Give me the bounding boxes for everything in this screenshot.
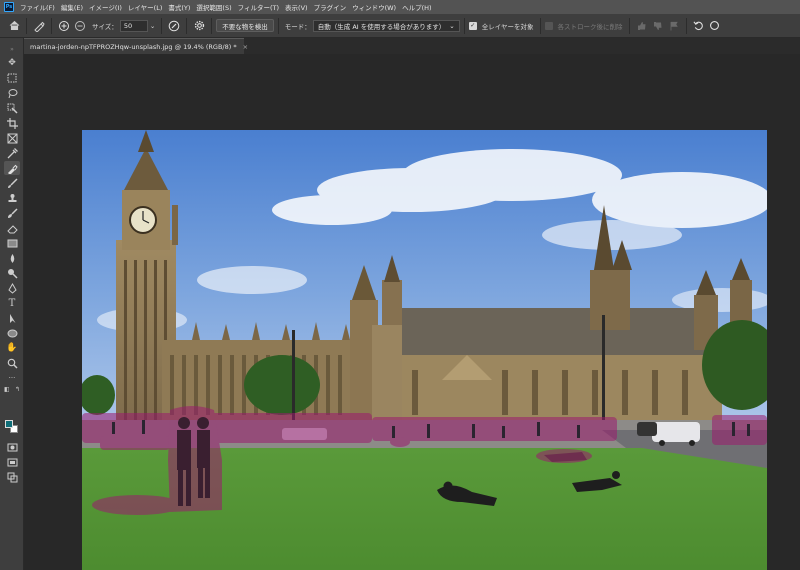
pen-tool-icon[interactable] — [4, 281, 20, 295]
home-icon[interactable] — [6, 18, 22, 34]
swap-colors-icon[interactable]: ◧ ↰ — [4, 385, 20, 393]
canvas-area — [24, 54, 800, 570]
separator — [685, 17, 687, 34]
type-tool-icon[interactable]: T — [4, 296, 20, 310]
thumbs-down-icon[interactable] — [650, 18, 666, 34]
more-tools-icon[interactable]: ··· — [4, 371, 20, 385]
menu-file[interactable]: ファイル(F) — [17, 2, 58, 12]
menu-plugins[interactable]: プラグイン — [311, 2, 350, 12]
menu-type[interactable]: 書式(Y) — [165, 2, 193, 12]
artboard-icon[interactable] — [4, 470, 20, 484]
remove-tool-icon[interactable] — [4, 161, 20, 175]
gradient-tool-icon[interactable] — [4, 236, 20, 250]
foreground-color-swatch[interactable] — [5, 420, 13, 428]
apply-after-stroke-label: 各ストローク後に削除 — [557, 22, 623, 31]
remove-tool-icon[interactable] — [31, 18, 47, 34]
document-tab[interactable]: martina-jorden-npTFPROZHqw-unsplash.jpg … — [24, 38, 248, 54]
quick-mask-icon[interactable] — [4, 440, 20, 454]
zoom-tool-icon[interactable] — [4, 356, 20, 370]
blur-tool-icon[interactable] — [4, 251, 20, 265]
close-icon[interactable]: × — [243, 43, 248, 51]
circle-icon[interactable] — [707, 18, 723, 34]
apply-after-stroke-checkbox[interactable] — [544, 21, 553, 30]
default-colors-icon[interactable]: ◧ — [4, 386, 10, 393]
separator — [277, 17, 279, 34]
mode-value: 自動（生成 AI を使用する場合があります） — [317, 22, 446, 31]
flag-icon[interactable] — [666, 18, 682, 34]
separator — [161, 17, 163, 34]
gear-icon[interactable] — [191, 18, 207, 34]
separator — [51, 17, 52, 34]
eyedropper-tool-icon[interactable] — [4, 146, 20, 160]
add-circle-icon[interactable] — [56, 18, 72, 34]
hand-tool-icon[interactable]: ✋ — [4, 341, 20, 355]
tools-panel: » ✥ T ✋ ··· ◧ ↰ — [0, 38, 24, 570]
subtract-circle-icon[interactable] — [72, 18, 88, 34]
pressure-size-icon[interactable] — [166, 18, 182, 34]
options-bar: サイズ： 50 ⌄ 不要な物を検出 モード： 自動（生成 AI を使用する場合が… — [0, 14, 800, 38]
find-distractions-button[interactable]: 不要な物を検出 — [216, 19, 274, 32]
marquee-tool-icon[interactable] — [4, 71, 20, 85]
clone-stamp-tool-icon[interactable] — [4, 191, 20, 205]
menu-filter[interactable]: フィルター(T) — [235, 2, 282, 12]
menu-bar: Ps ファイル(F) 編集(E) イメージ(I) レイヤー(L) 書式(Y) 選… — [0, 0, 800, 14]
panel-collapse-icon[interactable]: » — [4, 42, 20, 56]
crop-tool-icon[interactable] — [4, 116, 20, 130]
document-canvas[interactable] — [82, 130, 767, 570]
menu-window[interactable]: ウィンドウ(W) — [349, 2, 399, 12]
photoshop-logo-icon: Ps — [4, 2, 14, 12]
sample-all-layers-checkbox[interactable]: ✓ — [468, 21, 477, 30]
object-selection-tool-icon[interactable] — [4, 101, 20, 115]
path-selection-tool-icon[interactable] — [4, 311, 20, 325]
size-label: サイズ： — [92, 22, 118, 31]
size-dropdown-icon[interactable]: ⌄ — [150, 22, 155, 30]
menu-help[interactable]: ヘルプ(H) — [399, 2, 434, 12]
document-tab-title: martina-jorden-npTFPROZHqw-unsplash.jpg … — [30, 42, 237, 51]
size-value: 50 — [123, 21, 133, 30]
separator — [539, 17, 541, 34]
separator — [211, 17, 213, 34]
history-brush-tool-icon[interactable] — [4, 206, 20, 220]
lasso-tool-icon[interactable] — [4, 86, 20, 100]
eraser-tool-icon[interactable] — [4, 221, 20, 235]
sample-all-layers-label: 全レイヤーを対象 — [481, 22, 534, 31]
menu-edit[interactable]: 編集(E) — [58, 2, 86, 12]
move-tool-icon[interactable]: ✥ — [4, 56, 20, 70]
document-tab-bar: martina-jorden-npTFPROZHqw-unsplash.jpg … — [24, 38, 800, 54]
menu-select[interactable]: 選択範囲(S) — [193, 2, 234, 12]
separator — [26, 17, 27, 34]
size-input[interactable]: 50 — [119, 19, 148, 32]
swap-arrow-icon[interactable]: ↰ — [15, 386, 20, 393]
separator — [186, 17, 188, 34]
mode-select[interactable]: 自動（生成 AI を使用する場合があります） ⌄ — [312, 19, 460, 32]
separator — [463, 17, 465, 34]
westminster-hall — [402, 308, 722, 425]
undo-icon[interactable] — [691, 18, 707, 34]
ellipse-tool-icon[interactable] — [4, 326, 20, 340]
dodge-tool-icon[interactable] — [4, 266, 20, 280]
menu-layer[interactable]: レイヤー(L) — [125, 2, 166, 12]
chevron-down-icon: ⌄ — [449, 21, 455, 30]
menu-view[interactable]: 表示(V) — [282, 2, 311, 12]
separator — [628, 17, 630, 34]
brush-tool-icon[interactable] — [4, 176, 20, 190]
menu-image[interactable]: イメージ(I) — [86, 2, 125, 12]
screen-mode-icon[interactable] — [4, 455, 20, 469]
mode-label: モード： — [284, 22, 311, 31]
frame-tool-icon[interactable] — [4, 131, 20, 145]
thumbs-up-icon[interactable] — [634, 18, 650, 34]
